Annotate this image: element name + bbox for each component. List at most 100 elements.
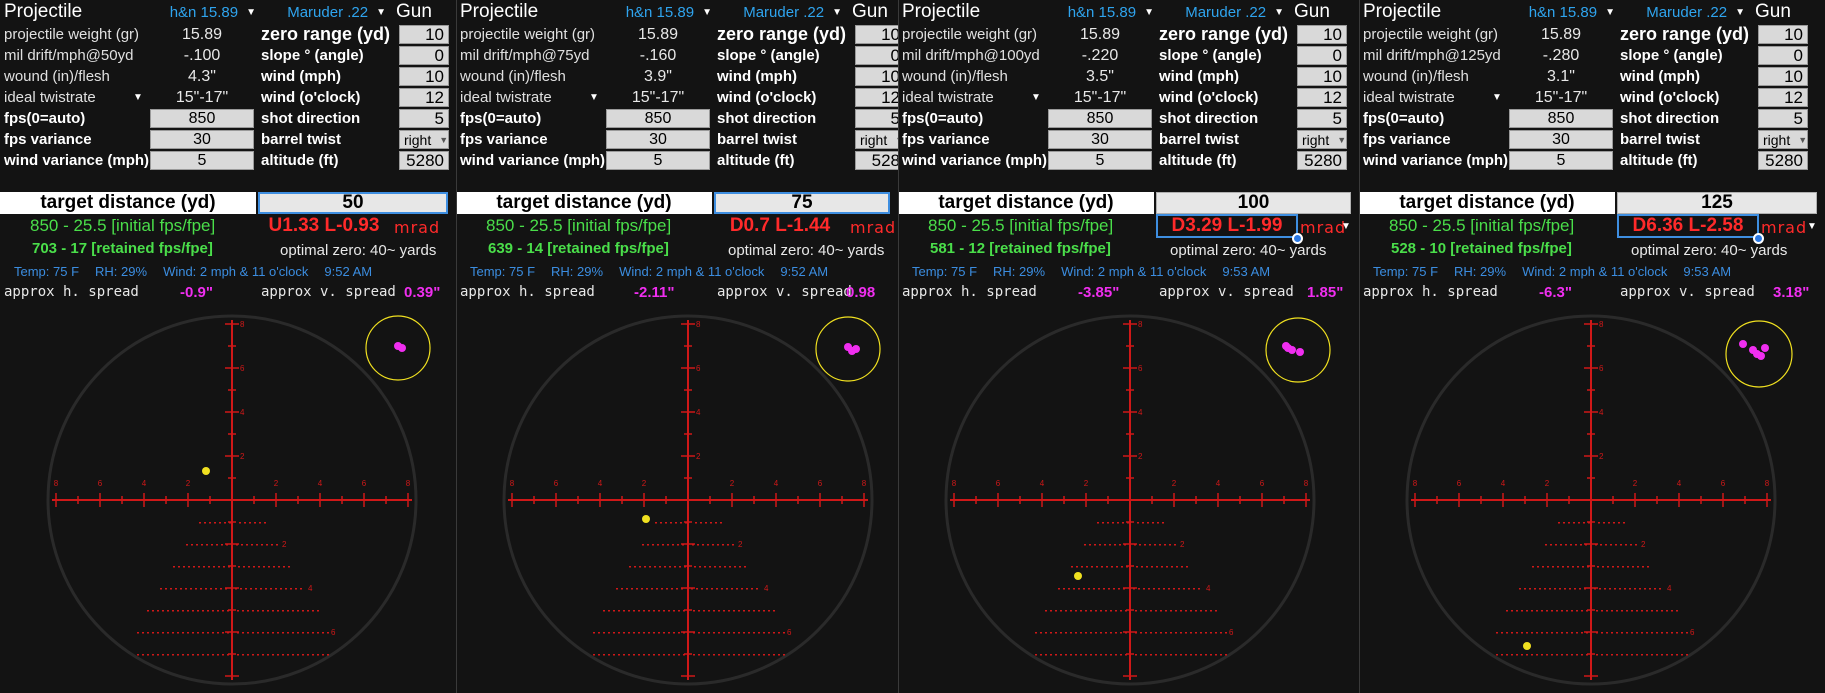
approx-h-spread-value: -6.3" [1539,283,1572,301]
barrel-twist-select[interactable]: right▼ [399,130,449,149]
wind-variance-input[interactable]: 5 [1509,151,1613,170]
altitude-input[interactable]: 5280 [1297,151,1347,170]
wind-oclock-input[interactable]: 12 [1758,88,1808,107]
target-distance-input[interactable]: 125 [1617,192,1817,214]
wind-variance-input[interactable]: 5 [606,151,710,170]
reticle-holdover-dot [717,544,719,546]
reticle-holdover-dot [658,654,660,656]
reticle-holdover-dot [1609,588,1611,590]
wound-value: 3.1" [1547,67,1575,85]
target-distance-input[interactable]: 50 [258,192,448,214]
slope-input[interactable]: 0 [855,46,898,65]
gun-select[interactable]: Maruder .22 ▼ [1627,0,1745,24]
fps-variance-input[interactable]: 30 [606,130,710,149]
reticle-holdover-dot [1597,566,1599,568]
reticle-holdover-dot [193,566,195,568]
barrel-twist-select[interactable]: right▼ [1297,130,1347,149]
shot-direction-input[interactable]: 5 [399,109,449,128]
projectile-select[interactable]: h&n 15.89 ▼ [1054,0,1154,24]
chevron-down-icon[interactable]: ▼ [1807,216,1817,236]
fps-variance-input[interactable]: 30 [150,130,254,149]
shot-direction-input[interactable]: 5 [855,109,898,128]
fps-input[interactable]: 850 [1509,109,1613,128]
reticle-holdover-dot [204,522,206,524]
zero-range-input[interactable]: 10 [1297,25,1347,44]
reticle-holdover-dot [1070,610,1072,612]
gun-header: Gun [1294,1,1330,22]
target-distance-input[interactable]: 75 [714,192,890,214]
fps-input[interactable]: 850 [606,109,710,128]
reticle-holdover-dot [1162,522,1164,524]
wind-oclock-input[interactable]: 12 [399,88,449,107]
reticle-v-tick-label: 2 [1641,540,1646,549]
fps-variance-input[interactable]: 30 [1509,130,1613,149]
reticle-holdover-dot [1175,610,1177,612]
wind-mph-input[interactable]: 10 [1297,67,1347,86]
reticle-holdover-dot [699,566,701,568]
mil-drift-value: -.100 [183,46,221,64]
reticle-holdover-dot [1550,544,1552,546]
reticle-holdover-dot [1124,544,1126,546]
reticle-holdover-dot [603,610,605,612]
hold-readout[interactable]: D3.29 L-1.99 [1156,214,1298,238]
wind-oclock-label: wind (o'clock) [1159,89,1259,106]
fps-input[interactable]: 850 [1048,109,1152,128]
shot-direction-input[interactable]: 5 [1297,109,1347,128]
fps-input[interactable]: 850 [150,109,254,128]
reticle-holdover-dot [1100,610,1102,612]
chevron-down-icon[interactable]: ▼ [1492,87,1502,108]
wind-oclock-input[interactable]: 12 [1297,88,1347,107]
reticle-h-tick-label: 4 [142,479,147,488]
hold-readout[interactable]: D6.36 L-2.58 [1617,214,1759,238]
chevron-down-icon: ▼ [1798,134,1808,145]
gun-select[interactable]: Maruder .22 ▼ [268,0,386,24]
gun-select[interactable]: Maruder .22 ▼ [1166,0,1284,24]
reticle-holdover-dot [703,632,705,634]
reticle-holdover-dot [1531,632,1533,634]
projectile-select[interactable]: h&n 15.89 ▼ [612,0,712,24]
altitude-input[interactable]: 528 [855,151,898,170]
projectile-select[interactable]: h&n 15.89 ▼ [156,0,256,24]
wind-mph-input[interactable]: 10 [855,67,898,86]
chevron-down-icon: ▼ [1274,6,1284,18]
hold-readout[interactable]: D0.7 L-1.44 [714,214,846,238]
twistrate-label: ideal twistrate [460,89,552,106]
reticle-holdover-dot [1536,610,1538,612]
chevron-down-icon[interactable]: ▼ [1031,87,1041,108]
chevron-down-icon[interactable]: ▼ [133,87,143,108]
reticle-holdover-dot [1190,632,1192,634]
chevron-down-icon[interactable]: ▼ [589,87,599,108]
altitude-input[interactable]: 5280 [1758,151,1808,170]
projectile-select[interactable]: h&n 15.89 ▼ [1515,0,1615,24]
fps-variance-input[interactable]: 30 [1048,130,1152,149]
hold-readout[interactable]: U1.33 L-0.93 [258,214,390,238]
shot-direction-input[interactable]: 5 [1758,109,1808,128]
target-distance-input[interactable]: 100 [1156,192,1351,214]
reticle-holdover-dot [1134,544,1136,546]
wind-variance-input[interactable]: 5 [150,151,254,170]
zero-range-input[interactable]: 10 [855,25,898,44]
chevron-down-icon[interactable]: ▼ [1341,216,1351,236]
slope-input[interactable]: 0 [399,46,449,65]
projectile-select-value: h&n 15.89 [1067,3,1137,21]
reticle-holdover-dot [1183,588,1185,590]
zero-range-input[interactable]: 10 [399,25,449,44]
reticle-holdover-dot [1631,654,1633,656]
slope-input[interactable]: 0 [1758,46,1808,65]
reticle-holdover-dot [662,544,664,546]
barrel-twist-select[interactable]: right▼ [855,130,898,149]
wind-oclock-input[interactable]: 12 [855,88,898,107]
reticle-holdover-dot [1170,610,1172,612]
gun-select[interactable]: Maruder .22 ▼ [724,0,842,24]
target-distance-label: target distance (yd) [1359,192,1615,214]
wind-mph-input[interactable]: 10 [399,67,449,86]
altitude-input[interactable]: 5280 [399,151,449,170]
wind-variance-input[interactable]: 5 [1048,151,1152,170]
reticle-holdover-dot [1143,588,1145,590]
reticle-h-tick-label: 2 [1084,479,1089,488]
slope-input[interactable]: 0 [1297,46,1347,65]
reticle-holdover-dot [626,588,628,590]
zero-range-input[interactable]: 10 [1758,25,1808,44]
barrel-twist-select[interactable]: right▼ [1758,130,1808,149]
wind-mph-input[interactable]: 10 [1758,67,1808,86]
